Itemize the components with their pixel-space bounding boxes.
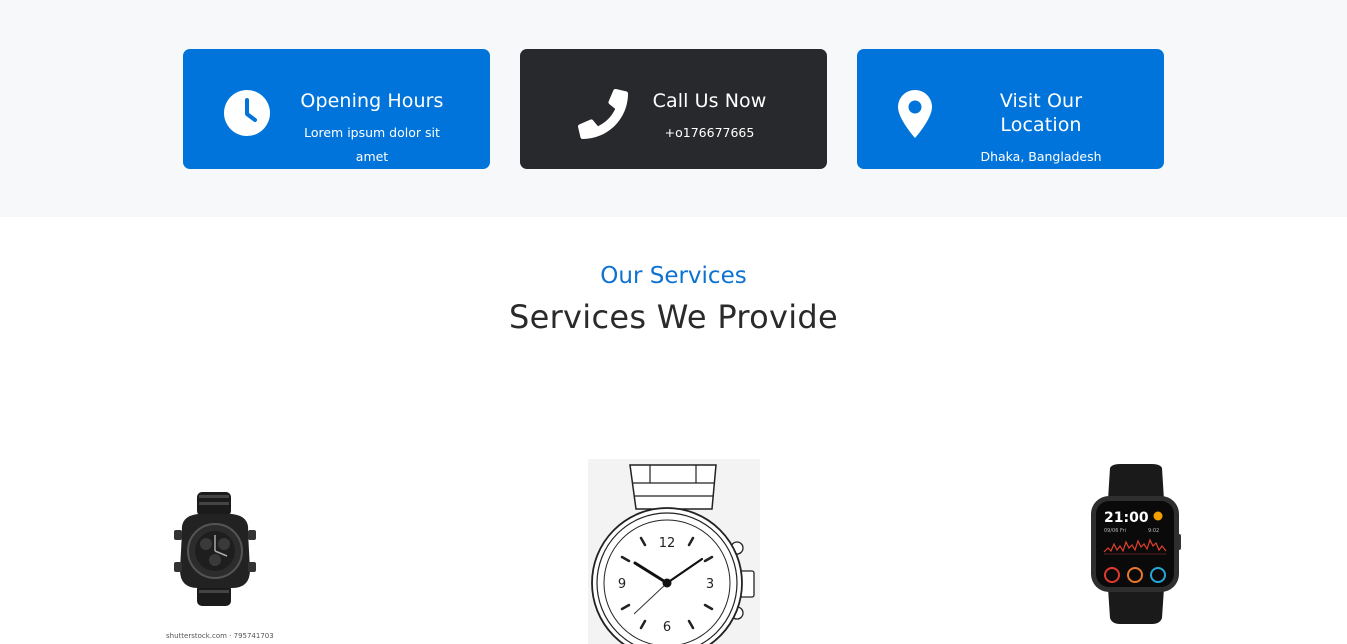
dial-6: 6: [663, 620, 671, 635]
clock-icon: [224, 90, 270, 136]
dial-12: 12: [659, 536, 676, 551]
product-analog-watch[interactable]: 12 3 6 9: [588, 459, 760, 644]
dial-3: 3: [706, 577, 714, 592]
location-address: Dhaka, Bangladesh: [980, 149, 1102, 164]
services-heading: Services We Provide: [508, 298, 839, 336]
call-us-title: Call Us Now: [652, 90, 767, 112]
smartwatch-date: 09/06 Fri: [1104, 528, 1126, 534]
location-pin-icon: [898, 90, 932, 138]
services-eyebrow: Our Services: [600, 263, 747, 289]
phone-number[interactable]: +o176677665: [632, 121, 787, 145]
smartwatch-secondary-time: 9:02: [1148, 528, 1159, 534]
dial-9: 9: [618, 577, 626, 592]
sport-watch-image: [174, 492, 256, 606]
phone-icon: [578, 89, 628, 139]
call-us-card[interactable]: Call Us Now +o176677665: [520, 49, 827, 169]
product-smartwatch[interactable]: 21:00 09/06 Fri 9:02: [1080, 462, 1190, 630]
analog-watch-image: 12 3 6 9: [591, 464, 755, 644]
opening-hours-title: Opening Hours: [300, 90, 444, 112]
location-card[interactable]: Visit Our Location Dhaka, Bangladesh: [857, 49, 1164, 169]
product-black-sport-watch[interactable]: shutterstock.com · 795741703: [160, 480, 274, 644]
smartwatch-time: 21:00: [1104, 510, 1149, 526]
image-caption: shutterstock.com · 795741703: [166, 632, 274, 640]
location-title: Visit Our Location: [999, 90, 1083, 136]
smartwatch-image: 21:00 09/06 Fri 9:02: [1091, 464, 1181, 624]
opening-hours-text: Lorem ipsum dolor sit amet: [304, 125, 440, 164]
info-band: Opening Hours Lorem ipsum dolor sit amet…: [0, 0, 1347, 217]
opening-hours-card[interactable]: Opening Hours Lorem ipsum dolor sit amet: [183, 49, 490, 169]
